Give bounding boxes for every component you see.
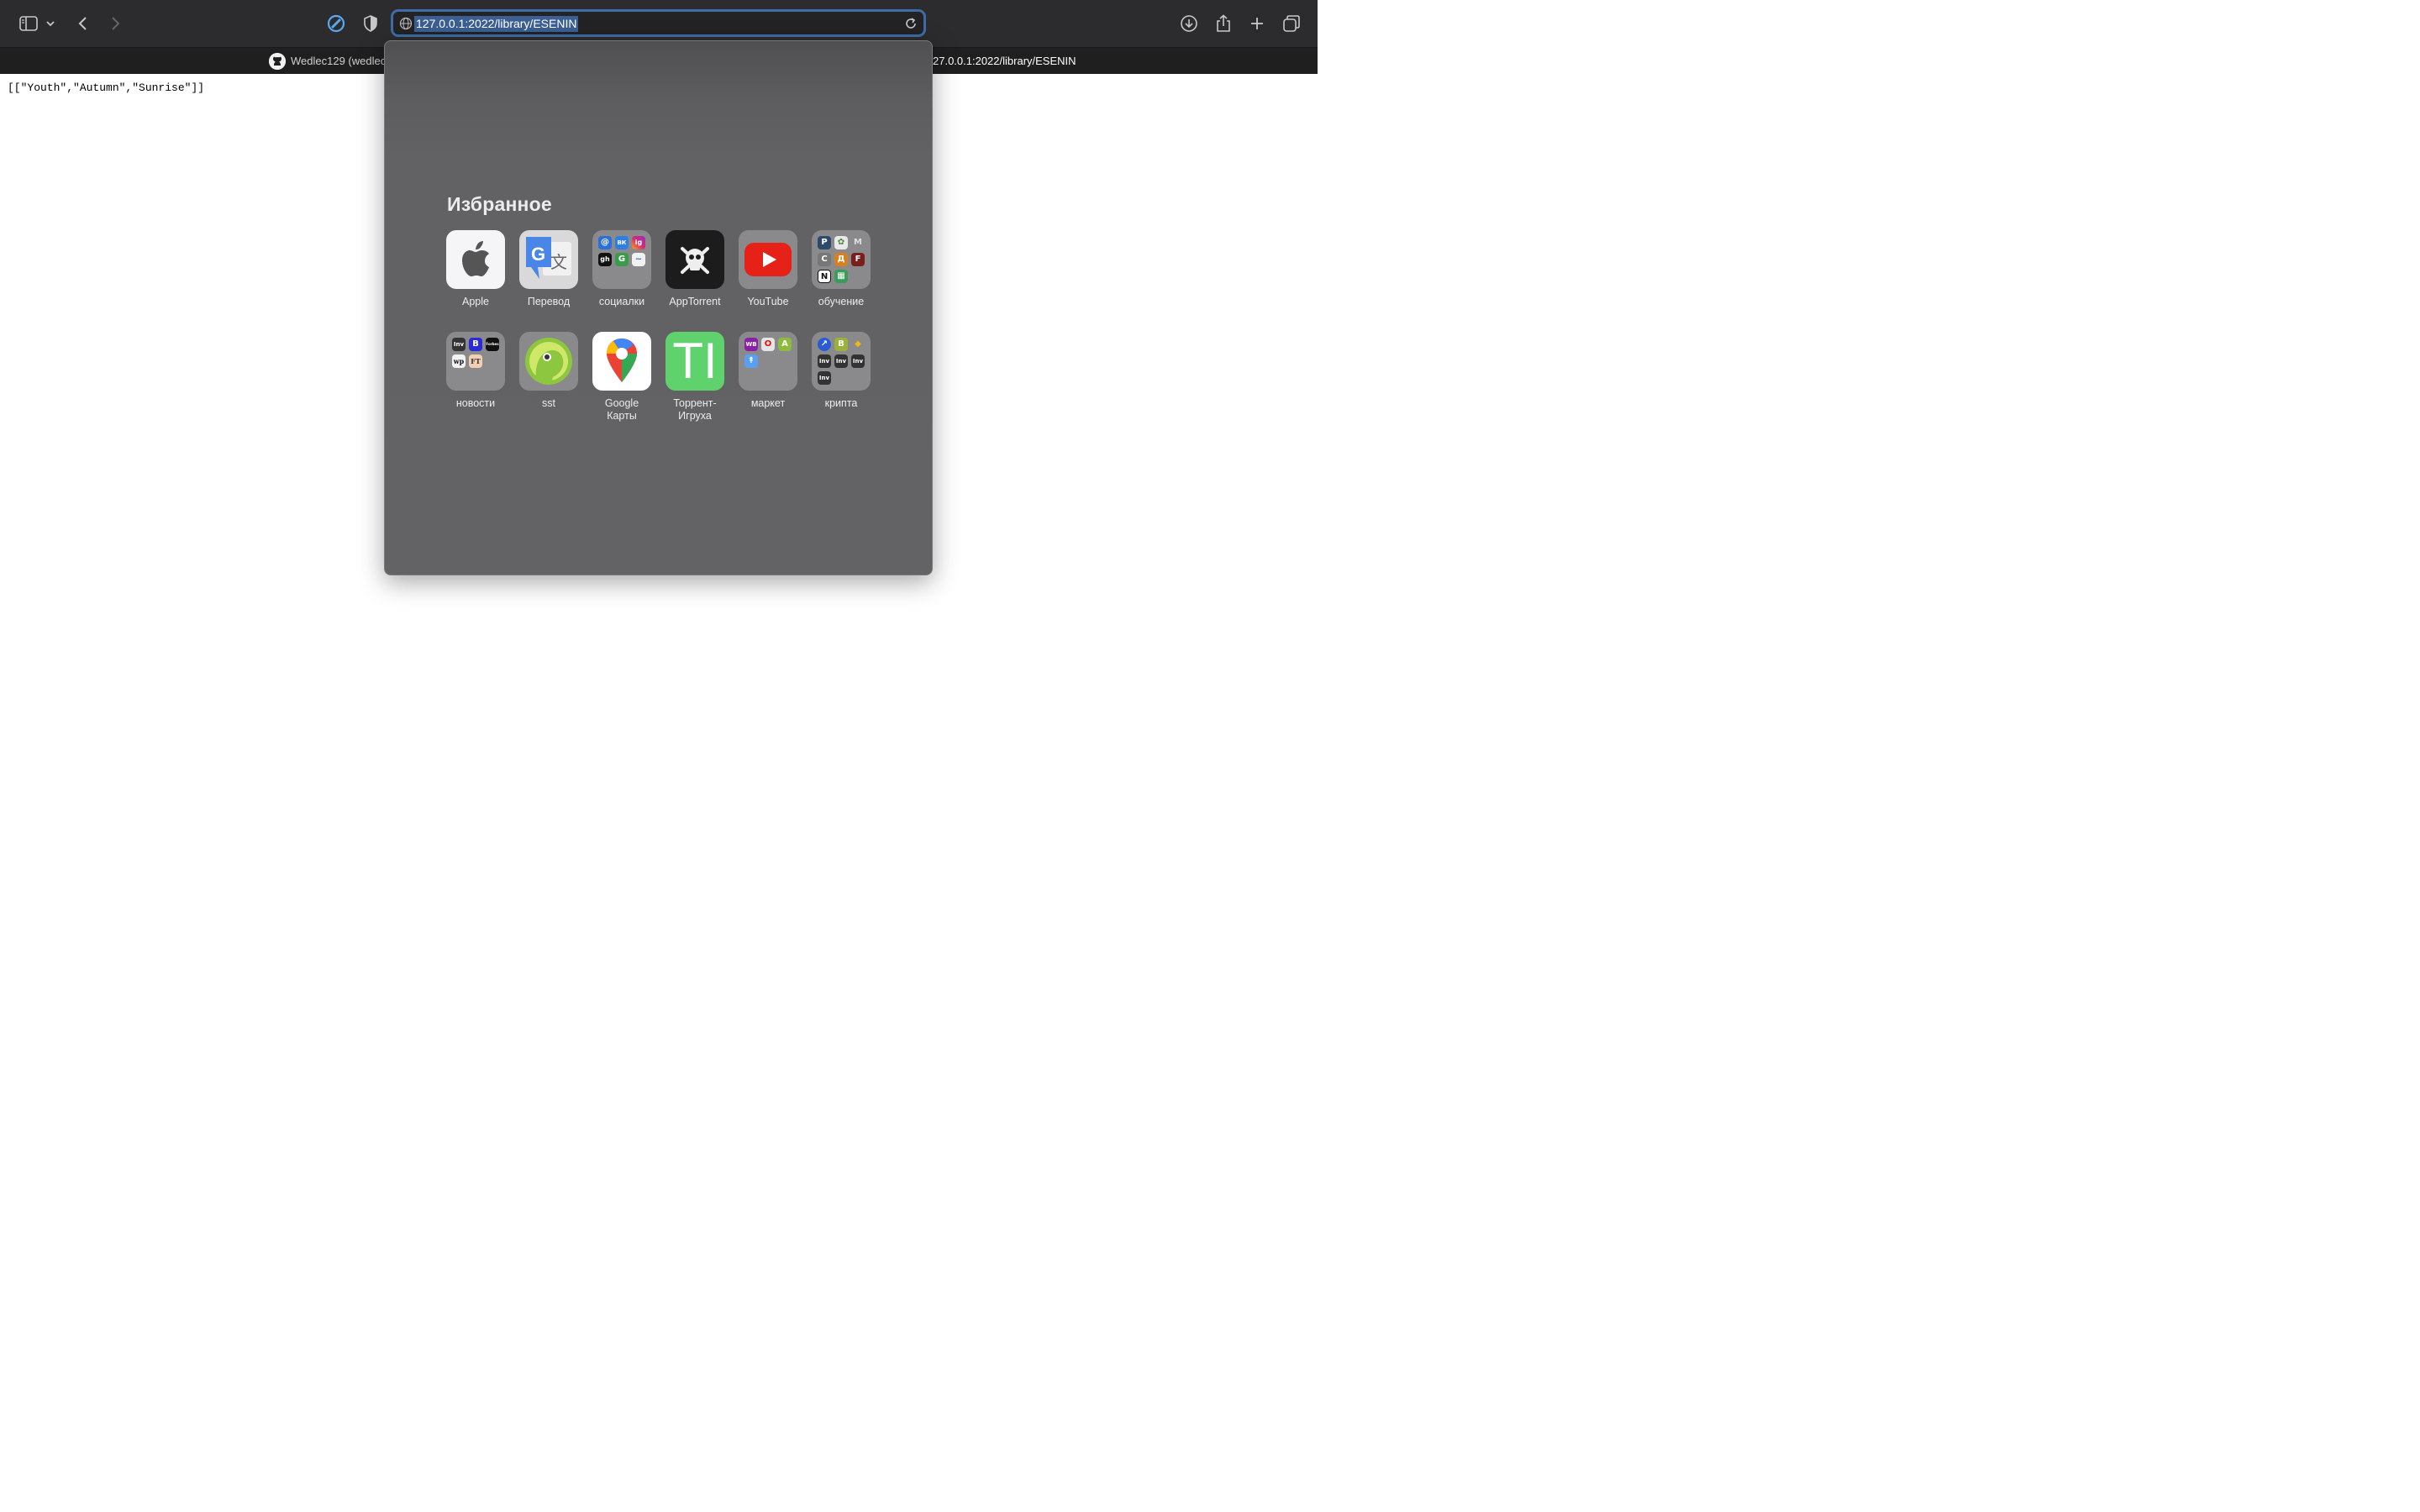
tab-title: 27.0.0.1:2022/library/ESENIN: [933, 55, 1076, 67]
favorite-label: новости: [455, 397, 496, 409]
page-body-text: [["Youth","Autumn","Sunrise"]]: [8, 81, 205, 94]
favorite-label: крипта: [824, 397, 858, 409]
favorite-market-folder[interactable]: WB O A ↟ маркет: [734, 332, 802, 410]
youtube-icon: [739, 230, 797, 289]
sheets-icon: ▦: [834, 270, 848, 283]
svg-text:文: 文: [550, 252, 567, 272]
address-bar[interactable]: 127.0.0.1:2022/library/ESENIN: [391, 9, 926, 37]
favorite-apple[interactable]: Apple: [442, 230, 509, 308]
folder-icon: WB O A ↟: [739, 332, 797, 391]
github-icon: gh: [598, 253, 612, 266]
investing-icon: Inv: [452, 338, 466, 351]
folder-icon: @ ВК ig gh G ~: [592, 230, 651, 289]
url-text[interactable]: 127.0.0.1:2022/library/ESENIN: [414, 16, 579, 32]
c-icon: C: [818, 253, 831, 266]
ozon-icon: O: [761, 338, 775, 351]
d-icon: Д: [834, 253, 848, 266]
share-icon[interactable]: [1212, 12, 1235, 35]
gecko-icon: [519, 332, 578, 391]
downloads-icon[interactable]: [1177, 12, 1201, 35]
binance-icon: ◆: [851, 338, 865, 351]
flower-icon: ✿: [834, 236, 848, 249]
back-arrow-icon[interactable]: [71, 12, 95, 35]
favorite-label: AppTorrent: [669, 296, 721, 307]
compass-extension-icon[interactable]: [324, 12, 348, 35]
wildberries-icon: WB: [744, 338, 758, 351]
favorite-label: социалки: [598, 296, 645, 307]
instagram-icon: ig: [632, 236, 645, 249]
investing-icon: Inv: [818, 371, 831, 385]
svg-text:G: G: [531, 244, 545, 265]
google-translate-icon: 文G: [519, 230, 578, 289]
tab-overview-icon[interactable]: [1280, 12, 1303, 35]
privacy-shield-icon[interactable]: [359, 12, 382, 35]
sidebar-toggle-icon[interactable]: [17, 12, 40, 35]
p-icon: P: [818, 236, 831, 249]
favorite-apptorrent[interactable]: AppTorrent: [661, 230, 729, 308]
favorite-label: маркет: [750, 397, 786, 409]
wp-icon: wp: [452, 354, 466, 368]
ti-letters: TI: [672, 333, 718, 389]
m-icon: M: [851, 236, 865, 249]
forward-arrow-icon[interactable]: [103, 12, 127, 35]
skull-icon: [666, 230, 724, 289]
favorite-torrent-igruha[interactable]: TI Торрент- Игруха: [661, 332, 729, 423]
globe-icon: [399, 17, 413, 30]
tab-title: Wedlec129 (wedlec: [291, 55, 384, 67]
favorite-label: Торрент- Игруха: [673, 397, 717, 422]
tab-github[interactable]: Wedlec129 (wedlec: [269, 48, 384, 74]
favorite-label: Перевод: [527, 296, 571, 307]
ti-letters-icon: TI: [666, 332, 724, 391]
favorites-heading: Избранное: [447, 193, 552, 215]
forbes-icon: Forbes: [486, 338, 499, 351]
investing-icon: Inv: [851, 354, 865, 368]
grammarly-icon: G: [615, 253, 629, 266]
favorite-label: YouTube: [747, 296, 789, 307]
apple-logo-icon: [446, 230, 505, 289]
favorites-popover: Избранное Apple 文G Перевод @ ВК ig gh G …: [384, 40, 933, 575]
folder-icon: P ✿ M C Д F N ▦: [812, 230, 871, 289]
google-maps-icon: [592, 332, 651, 391]
chevron-down-icon[interactable]: [42, 12, 59, 35]
folder-icon: Inv B Forbes wp FT: [446, 332, 505, 391]
favorite-study-folder[interactable]: P ✿ M C Д F N ▦ обучение: [808, 230, 875, 308]
favorite-label: обучение: [818, 296, 865, 307]
new-tab-plus-icon[interactable]: [1245, 12, 1269, 35]
a-icon: A: [778, 338, 792, 351]
favorite-google-maps[interactable]: Google Карты: [588, 332, 655, 423]
ft-icon: FT: [469, 354, 482, 368]
github-icon: [269, 52, 286, 70]
runner-icon: ↟: [744, 354, 758, 368]
favorite-sst[interactable]: sst: [515, 332, 582, 410]
tab-active[interactable]: 27.0.0.1:2022/library/ESENIN: [933, 48, 1185, 74]
f-icon: F: [851, 253, 865, 266]
investing-icon: Inv: [834, 354, 848, 368]
investing-icon: Inv: [818, 354, 831, 368]
vk-icon: ВК: [615, 236, 629, 249]
favorite-social-folder[interactable]: @ ВК ig gh G ~ социалки: [588, 230, 655, 308]
arrow-up-right-icon: ↗: [818, 338, 831, 351]
notion-icon: N: [818, 270, 831, 283]
cloud-icon: ~: [632, 253, 645, 266]
favorite-label: Apple: [462, 296, 489, 307]
mail-icon: @: [598, 236, 612, 249]
favorite-label: sst: [542, 397, 555, 409]
b-icon: B: [469, 338, 482, 351]
favorite-news-folder[interactable]: Inv B Forbes wp FT новости: [442, 332, 509, 410]
favorite-youtube[interactable]: YouTube: [734, 230, 802, 308]
favorite-translate[interactable]: 文G Перевод: [515, 230, 582, 308]
reload-icon[interactable]: [903, 16, 918, 31]
b-icon: B: [834, 338, 848, 351]
favorite-crypto-folder[interactable]: ↗ B ◆ Inv Inv Inv Inv крипта: [808, 332, 875, 410]
folder-icon: ↗ B ◆ Inv Inv Inv Inv: [812, 332, 871, 391]
favorite-label: Google Карты: [604, 397, 639, 422]
